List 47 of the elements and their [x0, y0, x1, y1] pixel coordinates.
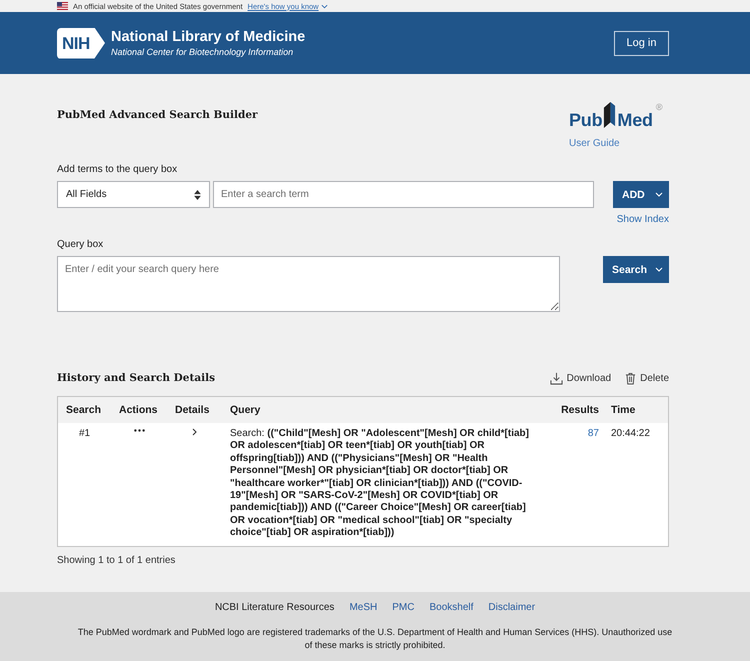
column-header: Query	[222, 396, 542, 423]
query-box[interactable]: Enter / edit your search query here	[57, 256, 560, 312]
table-cell: Search: (("Child"[Mesh] OR "Adolescent"[Mesh] OR child*[tiab] OR adolescen*[tiab] OR teen*[tiab] OR youth[tiab] OR offspring[tiab])) AND (("Physicians"[Mesh] OR "Health Personnel"[Mesh] OR physician*[tiab] OR doctor*[tiab] OR "healthcare worker*"[tiab] OR clinician*[tiab])) AND (("COVID-19"[Mesh] OR "SARS-CoV-2"[Mesh] OR COVID*[tiab] OR pandemic[tiab])) AND (("Career Choice"[Mesh] OR career[tiab] OR vocation*[tiab] OR "medical school"[tiab] OR "specialty choice"[tiab] OR aspiration*[tiab]))	[222, 423, 542, 546]
select-arrows-icon	[194, 190, 201, 200]
footer-link[interactable]: Disclaimer	[488, 602, 536, 614]
search-term-input[interactable]: Enter a search term	[213, 181, 594, 208]
show-index-link[interactable]: Show Index	[616, 214, 669, 226]
site-subtitle: National Center for Biotechnology Information	[111, 46, 294, 58]
caret-icon	[655, 192, 663, 197]
download-icon	[550, 372, 563, 384]
delete-button[interactable]: Delete	[625, 372, 669, 384]
column-header: Search	[58, 396, 111, 423]
section-title: History and Search Details	[57, 371, 216, 385]
add-button[interactable]: ADD	[613, 181, 669, 208]
field-label: Add terms to the query box	[57, 163, 178, 176]
us-flag-icon	[57, 2, 68, 10]
results-count-link[interactable]: 87	[588, 428, 599, 439]
entries-summary: Showing 1 to 1 of 1 entries	[57, 554, 176, 567]
nih-logo: NIH	[57, 28, 105, 58]
caret-icon	[655, 267, 663, 272]
footer-link[interactable]: PMC	[392, 602, 414, 614]
page-title: PubMed Advanced Search Builder	[57, 108, 258, 122]
column-header: Actions	[111, 396, 167, 423]
footer-link[interactable]: Bookshelf	[429, 602, 474, 614]
trash-icon	[625, 372, 636, 384]
user-guide-link[interactable]: User Guide	[569, 138, 620, 150]
field-label: Query box	[57, 238, 104, 251]
chevron-down-icon	[320, 4, 328, 8]
trademark-notice: The PubMed wordmark and PubMed logo are registered trademarks of the U.S. Department of Health and Human Services (HHS). Unauthorized use of these marks is strictly prohibited.	[77, 626, 673, 652]
book-icon	[603, 102, 616, 128]
download-button[interactable]: Download	[550, 372, 612, 384]
registered-mark: ®	[656, 102, 662, 112]
table-cell: #1	[58, 423, 111, 546]
logo-wordmark: Med	[617, 111, 653, 130]
logo-wordmark: Pub	[569, 111, 602, 130]
site-title: National Library of Medicine	[111, 28, 306, 46]
search-button[interactable]: Search	[603, 256, 669, 283]
footer-heading: NCBI Literature Resources	[214, 602, 334, 614]
login-button[interactable]: Log in	[614, 30, 669, 56]
more-icon[interactable]	[134, 428, 144, 432]
column-header: Results	[542, 396, 603, 423]
column-header: Time	[603, 396, 668, 423]
table-cell: 20:44:22	[603, 423, 668, 546]
field-select[interactable]: All Fields	[57, 181, 210, 208]
chevron-right-icon[interactable]	[192, 428, 197, 436]
footer-link[interactable]: MeSH	[349, 602, 378, 614]
column-header: Details	[167, 396, 222, 423]
